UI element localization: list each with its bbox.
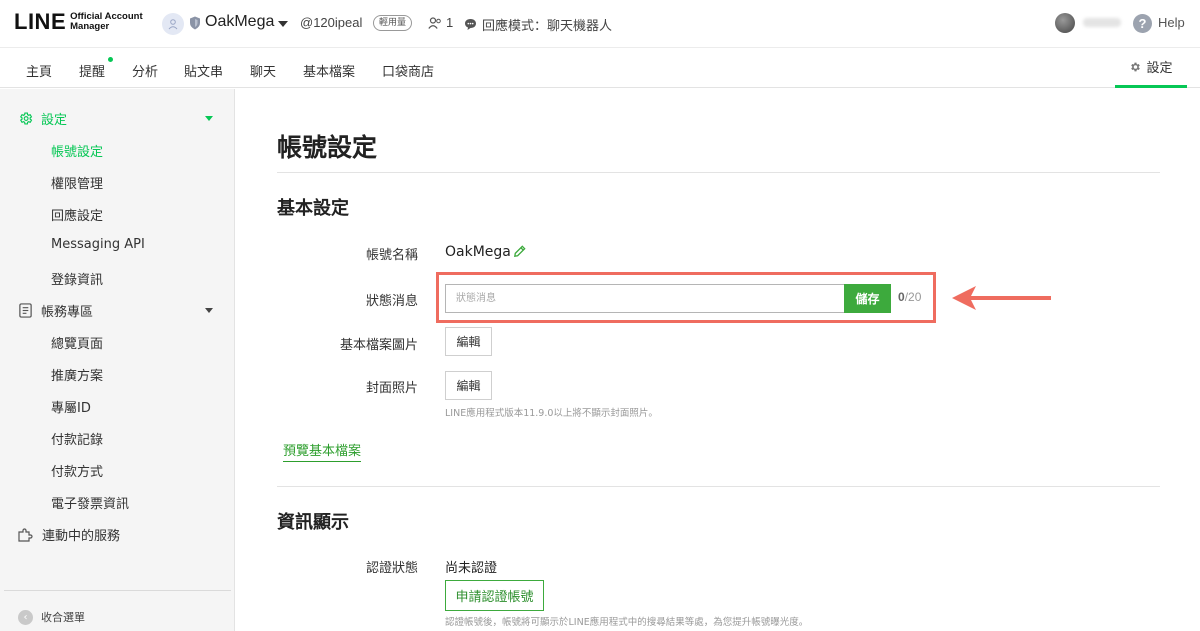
logo-subtitle-line2: Manager	[70, 21, 110, 32]
pencil-icon[interactable]	[512, 244, 527, 263]
response-mode-label: 回應模式：聊天機器人	[482, 19, 613, 34]
tab-settings-label: 設定	[1146, 61, 1173, 76]
sidebar-section-billing[interactable]: 帳務專區	[18, 301, 93, 320]
sidebar-item-payment-methods[interactable]: 付款方式	[51, 461, 103, 480]
verification-status-value: 尚未認證	[445, 561, 498, 576]
sidebar-item-account-settings[interactable]: 帳號設定	[51, 141, 103, 160]
divider	[277, 486, 1160, 487]
cover-photo-hint: LINE應用程式版本11.9.0以上將不顯示封面照片。	[445, 408, 658, 419]
notification-dot	[108, 57, 113, 62]
gear-icon	[1131, 62, 1141, 71]
chevron-down-icon[interactable]	[205, 116, 213, 121]
tab-settings[interactable]: 設定	[1115, 48, 1187, 88]
member-count-value: 1	[446, 15, 454, 30]
sidebar-divider	[4, 590, 231, 591]
character-count-max: /20	[904, 290, 922, 304]
save-button[interactable]: 儲存	[844, 284, 891, 313]
shield-icon	[189, 16, 201, 34]
user-name-redacted	[1083, 18, 1121, 27]
sidebar-item-messaging-api[interactable]: Messaging API	[51, 237, 145, 252]
tab-analytics[interactable]: 分析	[132, 61, 158, 80]
help-icon[interactable]: ?	[1133, 14, 1152, 33]
chevron-down-icon[interactable]	[205, 308, 213, 313]
character-count: 0/20	[898, 290, 921, 304]
section-title-basic: 基本設定	[277, 198, 349, 219]
status-message-input[interactable]	[445, 284, 844, 313]
divider	[277, 172, 1160, 173]
chat-bubble-icon	[465, 19, 476, 30]
sidebar-item-payment-history[interactable]: 付款記錄	[51, 429, 103, 448]
tab-notifications[interactable]: 提醒	[79, 61, 105, 80]
account-name[interactable]: OakMega	[205, 13, 274, 31]
sidebar-item-plans[interactable]: 推廣方案	[51, 365, 103, 384]
arrow-left-icon	[952, 286, 1051, 310]
sidebar	[0, 89, 235, 631]
sidebar-item-overview[interactable]: 總覽頁面	[51, 333, 103, 352]
apply-verification-button[interactable]: 申請認證帳號	[445, 580, 544, 611]
sidebar-section-linked-services[interactable]: 連動中的服務	[18, 525, 120, 544]
tab-timeline[interactable]: 貼文串	[184, 61, 223, 80]
cover-photo-label: 封面照片	[365, 381, 418, 396]
help-link[interactable]: Help	[1158, 15, 1185, 30]
verification-hint: 認證帳號後，帳號將可顯示於LINE應用程式中的搜尋結果等處，為您提升帳號曝光度。	[445, 617, 809, 628]
gear-icon	[20, 112, 33, 125]
member-icon	[428, 16, 441, 29]
sidebar-item-registration-info[interactable]: 登錄資訊	[51, 269, 103, 288]
sidebar-section-linked-services-label: 連動中的服務	[42, 529, 121, 544]
response-mode[interactable]: 回應模式：聊天機器人	[464, 15, 612, 34]
account-name-label: 帳號名稱	[365, 248, 418, 263]
status-message-label: 狀態消息	[365, 294, 418, 309]
puzzle-icon	[18, 528, 33, 542]
account-avatar-icon[interactable]	[162, 13, 184, 35]
sidebar-item-premium-id[interactable]: 專屬ID	[51, 397, 91, 416]
edit-profile-image-button[interactable]: 編輯	[445, 327, 492, 356]
document-icon	[19, 303, 32, 318]
collapse-left-icon: ‹	[18, 609, 33, 625]
sidebar-item-e-invoice[interactable]: 電子發票資訊	[51, 493, 129, 512]
page-title: 帳號設定	[277, 133, 378, 162]
plan-badge: 輕用量	[373, 15, 413, 31]
main-nav	[0, 48, 1200, 88]
account-name-value: OakMega	[445, 244, 511, 260]
chevron-down-icon[interactable]	[278, 21, 288, 27]
sidebar-section-settings-label: 設定	[41, 113, 68, 128]
member-count[interactable]: 1	[428, 15, 453, 30]
logo-subtitle: Official Account Manager	[70, 12, 143, 32]
tab-profile[interactable]: 基本檔案	[303, 61, 355, 80]
section-title-info-display: 資訊顯示	[277, 512, 349, 533]
character-count-current: 0	[898, 290, 905, 304]
sidebar-section-settings[interactable]: 設定	[18, 109, 67, 128]
edit-cover-photo-button[interactable]: 編輯	[445, 371, 492, 400]
collapse-menu-label: 收合選單	[41, 611, 85, 624]
sidebar-item-permissions[interactable]: 權限管理	[51, 173, 103, 192]
sidebar-section-billing-label: 帳務專區	[41, 305, 94, 320]
tab-chat[interactable]: 聊天	[250, 61, 276, 80]
tab-home[interactable]: 主頁	[26, 61, 52, 80]
account-id: @120ipeal	[300, 15, 363, 30]
tab-shop[interactable]: 口袋商店	[382, 61, 434, 80]
user-avatar[interactable]	[1055, 13, 1075, 33]
line-oa-logo[interactable]: LINE Official Account Manager	[14, 11, 143, 33]
collapse-menu-button[interactable]: ‹ 收合選單	[18, 609, 85, 625]
profile-image-label: 基本檔案圖片	[339, 338, 418, 353]
preview-profile-link[interactable]: 預覽基本檔案	[283, 440, 362, 462]
sidebar-item-response-settings[interactable]: 回應設定	[51, 205, 103, 224]
logo-wordmark: LINE	[14, 9, 67, 34]
verification-status-label: 認證狀態	[365, 561, 418, 576]
